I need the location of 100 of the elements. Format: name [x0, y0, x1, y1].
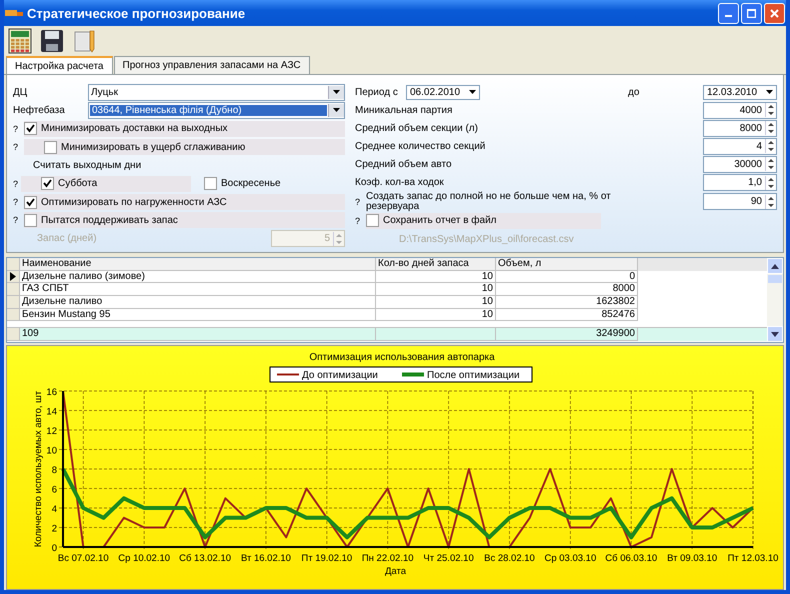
y-tick-label: 2 [52, 524, 57, 534]
current-row-icon [10, 272, 16, 282]
spin-field[interactable]: 1,0 [703, 174, 777, 192]
spin-field[interactable]: 8000 [703, 120, 777, 137]
scroll-thumb[interactable] [768, 275, 782, 283]
checkbox-row[interactable]: Воскресенье [204, 176, 354, 192]
date-picker[interactable]: 06.02.2010 [406, 84, 480, 100]
checkbox-label: Минимизировать доставки на выходных [41, 123, 228, 134]
x-tick-label: Ср 10.02.10 [118, 553, 170, 564]
checkbox[interactable] [24, 122, 37, 136]
field-label: Создать запас до полной но не больше чем на, % от резервуара [366, 192, 612, 212]
spin-field[interactable]: 90 [703, 193, 777, 210]
checkbox[interactable] [41, 177, 54, 190]
scrollbar[interactable] [767, 258, 783, 342]
table-cell: Дизельне паливо [20, 296, 376, 309]
date-picker[interactable]: 12.03.2010 [703, 84, 777, 100]
checkbox[interactable] [204, 177, 218, 190]
table-cell: Дизельне паливо (зимове) [20, 270, 376, 284]
table-cell: 10 [376, 270, 496, 284]
y-axis-title: Количество используемых авто, шт [33, 390, 44, 548]
notepad-pencil-icon [72, 29, 96, 53]
grid-corner-cell [7, 258, 20, 271]
table-cell: 0 [496, 270, 638, 284]
close-button[interactable] [764, 2, 785, 24]
checkbox[interactable] [366, 214, 379, 228]
spin-arrows-icon [767, 103, 775, 118]
field-label: Среднее количество секций [355, 140, 486, 154]
checkbox-row[interactable]: Сохранить отчет в файл [366, 212, 601, 229]
checkbox-row[interactable]: Пытатся поддерживать запас [24, 212, 345, 228]
spin-field[interactable]: 30000 [703, 156, 777, 173]
checkbox-row[interactable]: Минимизировать доставки на выходных [24, 120, 345, 137]
checkbox-row[interactable]: Минимизировать в ущерб сглаживанию [24, 139, 345, 156]
checkbox[interactable] [24, 196, 37, 209]
checkbox-label: Суббота [58, 178, 98, 190]
y-tick-label: 0 [52, 543, 57, 554]
spin-arrows-icon [335, 232, 343, 246]
help-mark: ? [13, 178, 18, 189]
dropdown-arrow-icon [333, 90, 340, 94]
x-tick-label: Вс 07.02.10 [58, 553, 109, 564]
field-label: Средний объем авто [355, 158, 452, 172]
column-header[interactable]: Кол-во дней запаса [376, 258, 496, 271]
chart-title: Оптимизация использования автопарка [309, 352, 495, 363]
save-button[interactable] [38, 28, 66, 54]
dropdown[interactable]: 03644, Рівненська філія (Дубно) [88, 102, 345, 119]
row-selector[interactable] [7, 270, 20, 284]
tab[interactable]: Настройка расчета [6, 56, 112, 74]
minimize-button[interactable] [718, 2, 739, 24]
help-mark: ? [355, 196, 362, 207]
spin-arrows-icon [767, 194, 775, 209]
dropdown-arrow-icon [333, 108, 340, 112]
x-tick-label: Вт 09.03.10 [667, 553, 718, 564]
x-tick-label: Вс 28.02.10 [484, 553, 535, 564]
column-header[interactable]: Наименование [20, 258, 376, 271]
x-tick-label: Пт 12.03.10 [728, 553, 778, 564]
field-label: Коэф. кол-ва ходок [355, 176, 444, 190]
table-cell: 109 [20, 328, 376, 342]
checkbox-label: Сохранить отчет в файл [383, 215, 496, 226]
scroll-down-icon [771, 332, 779, 336]
dropdown[interactable]: Луцьк [88, 84, 345, 101]
field-label: до [628, 86, 640, 100]
y-tick-label: 6 [52, 484, 57, 496]
table-cell: Бензин Mustang 95 [20, 308, 376, 322]
x-tick-label: Пт 19.02.10 [301, 553, 352, 564]
x-tick-label: Ср 03.03.10 [544, 553, 596, 564]
legend-label: После оптимизации [427, 370, 520, 381]
table-cell: 8000 [496, 283, 638, 296]
spin-arrows-icon [767, 157, 775, 172]
table-cell: 3249900 [496, 328, 638, 342]
checkbox[interactable] [24, 214, 37, 227]
tab[interactable]: Прогноз управления запасами на АЗС [114, 56, 310, 74]
column-header[interactable]: Объем, л [496, 258, 638, 271]
table-cell: 10 [376, 296, 496, 309]
checkbox-row[interactable]: Оптимизировать по нагруженности АЗС [24, 194, 345, 210]
y-tick-label: 16 [46, 387, 57, 398]
field-label: Средний объем секции (л) [355, 122, 478, 136]
y-tick-label: 8 [52, 465, 57, 476]
spin-field[interactable]: 4 [703, 138, 777, 155]
y-tick-label: 4 [52, 504, 57, 515]
table-cell: 10 [376, 308, 496, 322]
close-icon [770, 8, 779, 18]
checkbox[interactable] [44, 140, 57, 154]
x-tick-label: Пн 22.02.10 [362, 553, 414, 564]
file-path: D:\TransSys\MapXPlus_oil\forecast.csv [398, 232, 574, 247]
spin-arrows-icon [767, 176, 775, 190]
legend-label: До оптимизации [302, 370, 378, 381]
checkbox-label: Минимизировать в ущерб сглаживанию [61, 142, 246, 153]
dropdown-arrow-icon [766, 90, 773, 94]
field-label: Запас (дней) [36, 232, 97, 246]
calculator-button[interactable] [6, 27, 34, 55]
checkbox-row[interactable]: Суббота [21, 176, 192, 192]
checkbox-label: Оптимизировать по нагруженности АЗС [41, 196, 227, 208]
table-cell: ГАЗ СПБТ [20, 283, 376, 296]
scroll-up-icon [771, 264, 779, 268]
dropdown-arrow-icon [469, 90, 476, 94]
field-label: Миникальная партия [355, 104, 452, 118]
help-mark: ? [13, 124, 20, 134]
spin-field[interactable]: 4000 [703, 102, 777, 119]
table-cell: 1623802 [496, 296, 638, 309]
maximize-button[interactable] [741, 2, 762, 24]
field-label: ДЦ [13, 86, 28, 100]
